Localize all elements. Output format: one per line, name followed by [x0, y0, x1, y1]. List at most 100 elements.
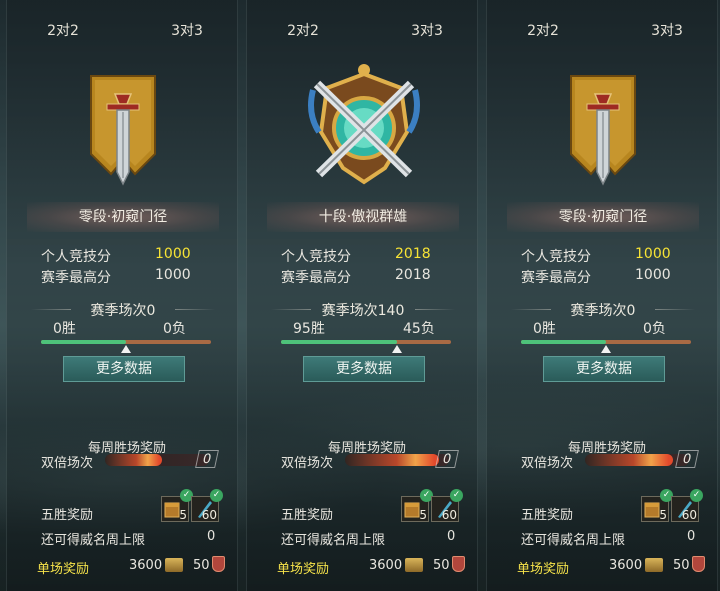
token-icon [212, 556, 225, 572]
season-high-label: 赛季最高分 [41, 270, 111, 286]
chest-reward-icon[interactable]: 5 ✓ [401, 489, 433, 522]
double-matches-count: 0 [675, 450, 699, 468]
double-matches-count: 0 [195, 450, 219, 468]
crossed-swords-shield-icon [289, 62, 439, 190]
losses-count: 45负 [403, 321, 435, 337]
win-ratio-fill [281, 340, 397, 344]
single-match-reward-label: 单场奖励 [277, 562, 330, 577]
losses-count: 0负 [643, 321, 666, 337]
token-reward-value: 50 [193, 558, 210, 573]
tab-3v3[interactable]: 3对3 [387, 20, 467, 40]
more-data-button[interactable]: 更多数据 [63, 356, 185, 382]
rank-title: 十段·傲视群雄 [267, 202, 459, 232]
coin-icon [645, 558, 663, 572]
item-reward-icon[interactable]: 60 ✓ [671, 489, 703, 522]
double-matches-flame [345, 454, 439, 466]
more-data-button[interactable]: 更多数据 [543, 356, 665, 382]
item-reward-icon[interactable]: 60 ✓ [431, 489, 463, 522]
arena-panel-3: 2对2 3对3 零段·初窥门径 个人竞技分 1000 赛季最高分 1000 赛季… [486, 0, 718, 591]
token-icon [692, 556, 705, 572]
wins-count: 0胜 [53, 321, 76, 337]
double-matches-flame [585, 454, 674, 466]
rank-title: 零段·初窥门径 [507, 202, 699, 232]
double-matches-flame [105, 454, 163, 466]
item-reward-icon[interactable]: 60 ✓ [191, 489, 223, 522]
token-reward-value: 50 [433, 558, 450, 573]
season-high-value: 1000 [635, 267, 671, 283]
season-high-value: 1000 [155, 267, 191, 283]
season-high-row: 赛季最高分 1000 [41, 267, 211, 287]
season-high-label: 赛季最高分 [281, 270, 351, 286]
claimed-check-icon: ✓ [450, 489, 463, 502]
double-matches-bar [585, 454, 689, 466]
losses-count: 0负 [163, 321, 186, 337]
item-reward-count: 60 [201, 508, 217, 522]
win-loss-bar [521, 340, 691, 353]
personal-score-label: 个人竞技分 [281, 249, 351, 265]
mode-tabs: 2对2 3对3 [487, 0, 717, 44]
double-matches-bar [105, 454, 209, 466]
coin-icon [165, 558, 183, 572]
chest-reward-count: 5 [179, 508, 187, 522]
tab-2v2[interactable]: 2对2 [23, 20, 103, 40]
wins-count: 95胜 [293, 321, 325, 337]
weekly-limit-value: 0 [447, 529, 456, 544]
five-win-reward-label: 五胜奖励 [281, 508, 334, 523]
coin-reward-value: 3600 [369, 558, 403, 573]
five-win-reward-label: 五胜奖励 [521, 508, 574, 523]
weekly-limit-value: 0 [687, 529, 696, 544]
claimed-check-icon: ✓ [690, 489, 703, 502]
win-ratio-fill [41, 340, 126, 344]
chest-reward-icon[interactable]: 5 ✓ [641, 489, 673, 522]
season-high-label: 赛季最高分 [521, 270, 591, 286]
more-data-button[interactable]: 更多数据 [303, 356, 425, 382]
mode-tabs: 2对2 3对3 [247, 0, 477, 44]
win-loss-bar [41, 340, 211, 353]
rank-title: 零段·初窥门径 [27, 202, 219, 232]
win-ratio-marker-icon [391, 345, 402, 353]
item-reward-count: 60 [441, 508, 457, 522]
wins-count: 0胜 [533, 321, 556, 337]
arena-panel-1: 2对2 3对3 零段·初窥门径 个人竞技分 1000 赛季最高分 1000 赛季… [6, 0, 238, 591]
double-matches-label: 双倍场次 [521, 456, 574, 471]
coin-reward-value: 3600 [129, 558, 163, 573]
claimed-check-icon: ✓ [210, 489, 223, 502]
season-high-row: 赛季最高分 1000 [521, 267, 691, 287]
double-matches-bar [345, 454, 449, 466]
chest-reward-count: 5 [419, 508, 427, 522]
chest-reward-count: 5 [659, 508, 667, 522]
token-icon [452, 556, 465, 572]
token-reward-value: 50 [673, 558, 690, 573]
season-high-value: 2018 [395, 267, 431, 283]
tab-3v3[interactable]: 3对3 [627, 20, 707, 40]
tab-2v2[interactable]: 2对2 [503, 20, 583, 40]
weekly-limit-value: 0 [207, 529, 216, 544]
season-high-row: 赛季最高分 2018 [281, 267, 451, 287]
season-matches: 赛季场次140 [271, 300, 449, 320]
mode-tabs: 2对2 3对3 [7, 0, 237, 44]
banner-sword-icon [63, 64, 183, 192]
tab-2v2[interactable]: 2对2 [263, 20, 343, 40]
tab-3v3[interactable]: 3对3 [147, 20, 227, 40]
double-matches-count: 0 [435, 450, 459, 468]
five-win-reward-label: 五胜奖励 [41, 508, 94, 523]
chest-reward-icon[interactable]: 5 ✓ [161, 489, 193, 522]
weekly-limit-label: 还可得威名周上限 [521, 533, 626, 548]
arena-panel-2: 2对2 3对3 十段·傲视群雄 个人竞技分 2018 赛季最高分 2018 赛季… [246, 0, 478, 591]
win-ratio-fill [521, 340, 606, 344]
double-matches-label: 双倍场次 [281, 456, 334, 471]
weekly-limit-label: 还可得威名周上限 [281, 533, 386, 548]
personal-score-value: 1000 [635, 246, 671, 262]
win-loss-bar [281, 340, 451, 353]
season-matches: 赛季场次0 [31, 300, 209, 320]
coin-reward-value: 3600 [609, 558, 643, 573]
season-matches: 赛季场次0 [511, 300, 689, 320]
single-match-reward-label: 单场奖励 [517, 562, 570, 577]
single-match-reward-label: 单场奖励 [37, 562, 90, 577]
double-matches-label: 双倍场次 [41, 456, 94, 471]
win-ratio-marker-icon [121, 345, 131, 353]
personal-score-label: 个人竞技分 [41, 249, 111, 265]
item-reward-count: 60 [681, 508, 697, 522]
weekly-limit-label: 还可得威名周上限 [41, 533, 146, 548]
personal-score-value: 2018 [395, 246, 431, 262]
